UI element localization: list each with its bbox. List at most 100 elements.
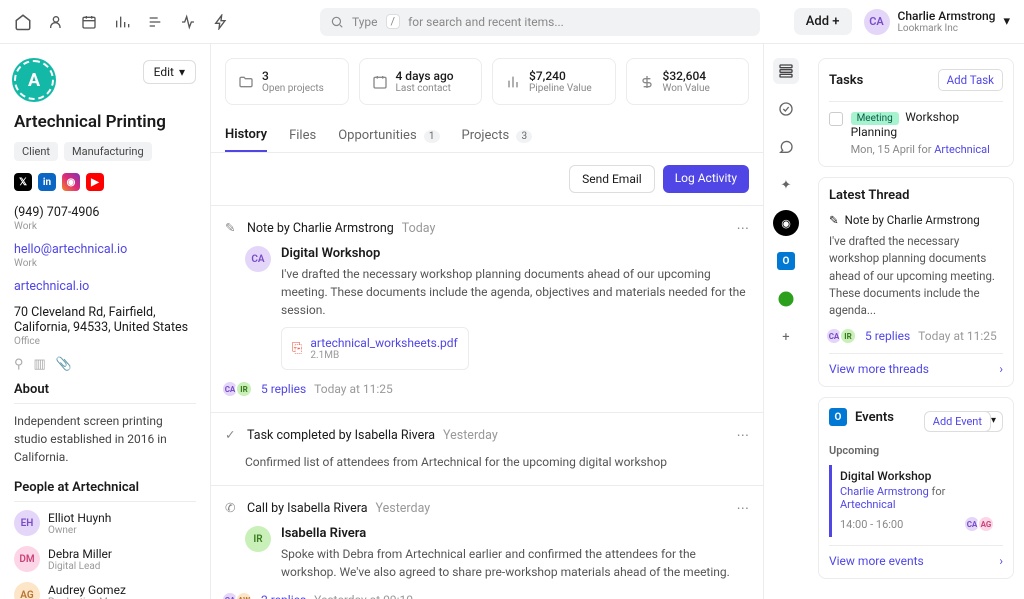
tasks-heading: Tasks — [829, 73, 863, 88]
email-label: Work — [14, 258, 196, 269]
x-icon[interactable]: 𝕏 — [14, 173, 32, 191]
rail-chat-icon[interactable] — [773, 134, 799, 160]
person-avatar: EH — [14, 510, 40, 536]
tab-opportunities-label: Opportunities — [338, 128, 416, 143]
list-icon[interactable] — [146, 13, 164, 31]
org-name: Artechnical Printing — [14, 112, 196, 132]
feed-item: ✓Task completed by Isabella RiveraYester… — [211, 413, 763, 486]
view-more-label: View more events — [829, 554, 924, 568]
profile-name: Charlie Armstrong — [898, 9, 996, 23]
person-item[interactable]: EHElliot HuynhOwner — [14, 510, 196, 536]
event-org[interactable]: Artechnical — [840, 498, 896, 511]
send-email-button[interactable]: Send Email — [569, 165, 655, 193]
pin-icon[interactable]: ⚲ — [14, 357, 24, 372]
feed-timestamp: Yesterday at 09:10 — [314, 593, 413, 599]
more-icon[interactable]: ⋯ — [737, 427, 750, 443]
instagram-icon[interactable]: ◉ — [62, 173, 80, 191]
attach-icon[interactable]: 📎 — [56, 357, 72, 372]
stat-card[interactable]: $32,604Won Value — [626, 58, 750, 105]
event-person[interactable]: Charlie Armstrong — [840, 485, 929, 498]
thread-text: I've drafted the necessary workshop plan… — [829, 233, 1003, 319]
nav-icons — [14, 13, 230, 31]
view-more-events[interactable]: View more events › — [829, 545, 1003, 568]
email[interactable]: hello@artechnical.io — [14, 242, 196, 257]
attach-name: artechnical_worksheets.pdf — [310, 336, 457, 350]
activity-icon[interactable] — [179, 13, 197, 31]
stat-card[interactable]: $7,240Pipeline Value — [492, 58, 616, 105]
event-title: Digital Workshop — [840, 469, 995, 483]
edit-label: Edit — [154, 65, 174, 79]
website[interactable]: artechnical.io — [14, 279, 196, 294]
rail-sparkle-icon[interactable]: ✦ — [773, 172, 799, 198]
phone[interactable]: (949) 707-4906 — [14, 205, 196, 220]
upcoming-label: Upcoming — [829, 444, 1003, 457]
rail-outlook-icon[interactable]: O — [773, 248, 799, 274]
linkedin-icon[interactable]: in — [38, 173, 56, 191]
event-item[interactable]: Digital Workshop Charlie Armstrong for A… — [829, 465, 1003, 537]
right-sidebar: Tasks Add Task Meeting Workshop Planning… — [808, 44, 1024, 599]
stat-label: Won Value — [663, 83, 710, 94]
edit-button[interactable]: Edit ▾ — [143, 60, 196, 84]
log-activity-button[interactable]: Log Activity — [663, 165, 749, 193]
add-event-button[interactable]: Add Event — [924, 411, 991, 432]
tag-client[interactable]: Client — [14, 142, 58, 161]
address-label: Office — [14, 336, 196, 347]
bolt-icon[interactable] — [212, 13, 230, 31]
feed-timestamp: Today at 11:25 — [314, 382, 393, 396]
thread-byline: ✎ Note by Charlie Armstrong — [829, 213, 1003, 227]
add-task-button[interactable]: Add Task — [938, 69, 1003, 91]
rail-add-icon[interactable]: + — [773, 324, 799, 350]
person-item[interactable]: DMDebra MillerDigital Lead — [14, 546, 196, 572]
rail-stack-icon[interactable] — [773, 58, 799, 84]
search-shortcut: / — [386, 14, 401, 29]
person-icon[interactable] — [47, 13, 65, 31]
replies-link[interactable]: 5 replies — [261, 382, 306, 396]
add-event-dropdown[interactable]: ▾ — [985, 411, 1003, 432]
calendar-icon[interactable] — [80, 13, 98, 31]
feed-byline: Task completed by Isabella Rivera — [247, 428, 435, 443]
thread-replies[interactable]: 5 replies — [865, 329, 910, 343]
person-item[interactable]: AGAudrey GomezProduction Manager — [14, 582, 196, 599]
person-avatar: DM — [14, 546, 40, 572]
attachment[interactable]: ⎘ artechnical_worksheets.pdf2.1MB — [281, 327, 469, 370]
tab-opportunities[interactable]: Opportunities 1 — [338, 120, 439, 151]
profile-menu[interactable]: CA Charlie Armstrong Lookmark Inc ▾ — [864, 9, 1010, 35]
attach-size: 2.1MB — [310, 350, 457, 361]
more-icon[interactable]: ⋯ — [737, 500, 750, 516]
tag-manufacturing[interactable]: Manufacturing — [64, 142, 152, 161]
task-org-link[interactable]: Artechnical — [934, 143, 990, 156]
task-icon: ✓ — [225, 427, 239, 443]
tab-files[interactable]: Files — [289, 120, 316, 151]
pdf-icon: ⎘ — [292, 341, 302, 356]
tab-projects-label: Projects — [462, 128, 510, 143]
task-item[interactable]: Meeting Workshop Planning Mon, 15 April … — [829, 101, 1003, 156]
left-sidebar: A Edit ▾ Artechnical Printing Client Man… — [0, 44, 210, 599]
stat-label: Last contact — [396, 83, 454, 94]
rail-check-icon[interactable] — [773, 96, 799, 122]
view-more-threads[interactable]: View more threads › — [829, 353, 1003, 376]
feed-title: Isabella Rivera — [281, 526, 749, 541]
address: 70 Cleveland Rd, Fairfield, California, … — [14, 305, 196, 335]
feed-text: Confirmed list of attendees from Artechn… — [245, 453, 749, 471]
replies-link[interactable]: 2 replies — [261, 593, 306, 599]
feed-avatar: CA — [245, 246, 271, 272]
building-icon[interactable]: ▥ — [34, 357, 46, 372]
tab-history[interactable]: History — [225, 119, 267, 152]
note-icon: ✎ — [829, 213, 839, 227]
stat-card[interactable]: 4 days agoLast contact — [359, 58, 483, 105]
phone-label: Work — [14, 221, 196, 232]
task-checkbox[interactable] — [829, 112, 843, 126]
avatar: CA — [864, 9, 890, 35]
home-icon[interactable] — [14, 13, 32, 31]
profile-org: Lookmark Inc — [898, 23, 996, 34]
person-name: Elliot Huynh — [48, 511, 111, 525]
search-bar[interactable]: Type / for search and recent items... — [320, 8, 760, 36]
bars-icon[interactable] — [113, 13, 131, 31]
rail-rss-icon[interactable]: ◉ — [773, 210, 799, 236]
stat-card[interactable]: 3Open projects — [225, 58, 349, 105]
tab-projects[interactable]: Projects 3 — [462, 120, 533, 151]
rail-quickbooks-icon[interactable] — [773, 286, 799, 312]
youtube-icon[interactable]: ▶ — [86, 173, 104, 191]
add-button[interactable]: Add + — [794, 8, 852, 35]
more-icon[interactable]: ⋯ — [737, 220, 750, 236]
